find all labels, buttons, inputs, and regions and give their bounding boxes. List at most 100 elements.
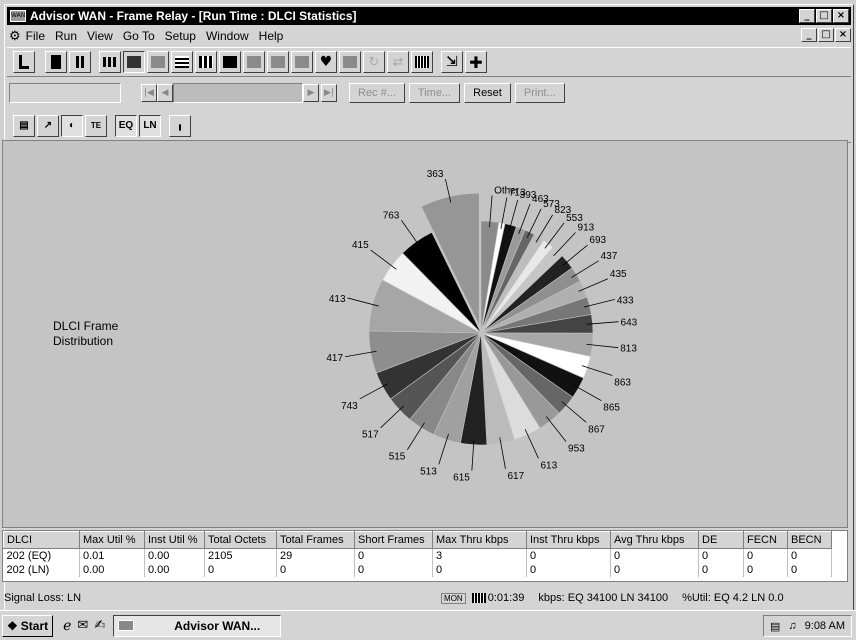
table-cell: 0 bbox=[743, 562, 788, 577]
connect-icon[interactable]: ⇲ bbox=[441, 51, 463, 73]
slice-label: 363 bbox=[427, 169, 444, 180]
table-cell: 0 bbox=[743, 548, 788, 563]
pie-chart-icon[interactable]: ◐ bbox=[61, 114, 83, 137]
util-status: %Util: EQ 4.2 LN 0.0 bbox=[682, 592, 784, 604]
eq-toggle[interactable]: EQ bbox=[115, 114, 137, 137]
table-cell: 0 bbox=[204, 562, 277, 577]
list-icon[interactable] bbox=[147, 51, 169, 73]
table-cell: 0.00 bbox=[79, 562, 145, 577]
column-header[interactable]: Total Frames bbox=[276, 531, 355, 549]
pause-icon[interactable] bbox=[69, 51, 91, 73]
bar-chart-icon[interactable] bbox=[99, 51, 121, 73]
column-header[interactable]: BECN bbox=[787, 531, 832, 549]
maximize-button[interactable]: □ bbox=[816, 9, 832, 23]
menu-file[interactable]: File bbox=[21, 29, 50, 43]
decode-icon[interactable] bbox=[243, 51, 265, 73]
statistics-icon[interactable] bbox=[171, 51, 193, 73]
leader-line bbox=[573, 384, 602, 401]
last-record-icon[interactable]: ▶| bbox=[321, 84, 337, 102]
slice-label: 513 bbox=[420, 466, 437, 477]
leader-line bbox=[535, 214, 553, 243]
slice-label: 743 bbox=[341, 401, 358, 412]
table-row[interactable]: 202 (LN) 0.00 0.00 0 0 0 0 0 0 0 0 0 bbox=[3, 562, 832, 577]
child-minimize-button[interactable]: _ bbox=[801, 28, 817, 42]
desktop-icon[interactable]: ✍ bbox=[94, 618, 105, 633]
start-button[interactable]: ❖ Start bbox=[2, 614, 54, 637]
grid-icon[interactable] bbox=[219, 51, 241, 73]
slice-label: 615 bbox=[453, 473, 470, 484]
activity-icon bbox=[471, 593, 486, 603]
marker-icon[interactable]: ╻ bbox=[169, 114, 191, 137]
slice-label: 415 bbox=[352, 240, 369, 251]
prev-record-icon[interactable]: ◀ bbox=[157, 84, 173, 102]
filter-icon[interactable] bbox=[291, 51, 313, 73]
table-cell: 0 bbox=[526, 562, 611, 577]
menu-setup[interactable]: Setup bbox=[160, 29, 201, 43]
leader-line bbox=[401, 220, 421, 247]
add-icon[interactable]: ✚ bbox=[465, 51, 487, 73]
volume-icon[interactable]: ♫ bbox=[788, 620, 796, 632]
mail-icon[interactable]: ✉ bbox=[77, 618, 88, 633]
column-header[interactable]: DE bbox=[698, 531, 744, 549]
menu-view[interactable]: View bbox=[82, 29, 118, 43]
swap-icon[interactable]: ⇄ bbox=[387, 51, 409, 73]
stop-icon[interactable] bbox=[45, 51, 67, 73]
table-cell: 0 bbox=[526, 548, 611, 563]
column-header[interactable]: Total Octets bbox=[204, 531, 277, 549]
child-restore-button[interactable]: □ bbox=[818, 28, 834, 42]
minimize-button[interactable]: _ bbox=[799, 9, 815, 23]
record-scrollbar[interactable] bbox=[173, 83, 303, 103]
column-header[interactable]: Avg Thru kbps bbox=[610, 531, 699, 549]
menu-help[interactable]: Help bbox=[254, 29, 289, 43]
rec-button[interactable]: Rec #... bbox=[349, 83, 405, 103]
next-record-icon[interactable]: ▶ bbox=[303, 84, 319, 102]
column-header[interactable]: Max Util % bbox=[79, 531, 145, 549]
menu-window[interactable]: Window bbox=[201, 29, 254, 43]
slice-label: 433 bbox=[617, 295, 634, 306]
table-header-row: DLCI Max Util % Inst Util % Total Octets Tot… bbox=[3, 531, 832, 549]
column-header[interactable]: Inst Util % bbox=[144, 531, 205, 549]
table-row[interactable]: 202 (EQ) 0.01 0.00 2105 29 0 3 0 0 0 0 0 bbox=[3, 548, 832, 563]
table-cell: 0 bbox=[698, 548, 744, 563]
leader-line bbox=[407, 422, 425, 450]
table-view-icon[interactable]: ▤ bbox=[13, 114, 35, 137]
menu-goto[interactable]: Go To bbox=[118, 29, 160, 43]
column-header[interactable]: Short Frames bbox=[354, 531, 433, 549]
time-button[interactable]: Time... bbox=[408, 83, 461, 103]
windows-icon: ❖ bbox=[7, 618, 18, 633]
column-header[interactable]: Inst Thru kbps bbox=[526, 531, 611, 549]
run-icon[interactable] bbox=[13, 51, 35, 73]
shield-icon[interactable] bbox=[339, 51, 361, 73]
ln-toggle[interactable]: LN bbox=[139, 114, 161, 137]
table-cell: 202 (LN) bbox=[3, 562, 80, 577]
slice-label: 515 bbox=[389, 452, 406, 463]
column-header[interactable]: DLCI bbox=[3, 531, 80, 549]
table-cell: 0 bbox=[354, 562, 433, 577]
heart-icon[interactable]: ♥ bbox=[315, 51, 337, 73]
line-chart-icon[interactable]: ↗ bbox=[37, 114, 59, 137]
record-field[interactable] bbox=[9, 83, 121, 103]
refresh-icon[interactable]: ↻ bbox=[363, 51, 385, 73]
slice-label: 913 bbox=[578, 222, 595, 233]
table-cell: 0.00 bbox=[144, 562, 205, 577]
te-pie-icon[interactable]: TE bbox=[85, 114, 107, 137]
network-icon[interactable]: ▤ bbox=[770, 620, 780, 633]
print-button[interactable]: Print... bbox=[514, 83, 565, 103]
table-icon[interactable] bbox=[195, 51, 217, 73]
menu-run[interactable]: Run bbox=[50, 29, 82, 43]
task-advisor-wan[interactable]: Advisor WAN... bbox=[113, 614, 282, 637]
close-button[interactable]: × bbox=[833, 9, 849, 23]
histogram-icon[interactable] bbox=[411, 51, 433, 73]
table-cell: 29 bbox=[276, 548, 355, 563]
child-close-button[interactable]: × bbox=[835, 28, 851, 42]
title-bar[interactable]: WAN Advisor WAN - Frame Relay - [Run Tim… bbox=[7, 7, 851, 25]
zoom-icon[interactable] bbox=[267, 51, 289, 73]
column-header[interactable]: Max Thru kbps bbox=[432, 531, 527, 549]
leader-line bbox=[370, 249, 397, 270]
reset-button[interactable]: Reset bbox=[464, 83, 511, 103]
pie-view-icon[interactable] bbox=[123, 51, 145, 73]
first-record-icon[interactable]: |◀ bbox=[141, 84, 157, 102]
app-menu-icon[interactable]: ⚙ bbox=[9, 28, 21, 44]
column-header[interactable]: FECN bbox=[743, 531, 788, 549]
browser-icon[interactable]: ℯ bbox=[63, 618, 71, 634]
